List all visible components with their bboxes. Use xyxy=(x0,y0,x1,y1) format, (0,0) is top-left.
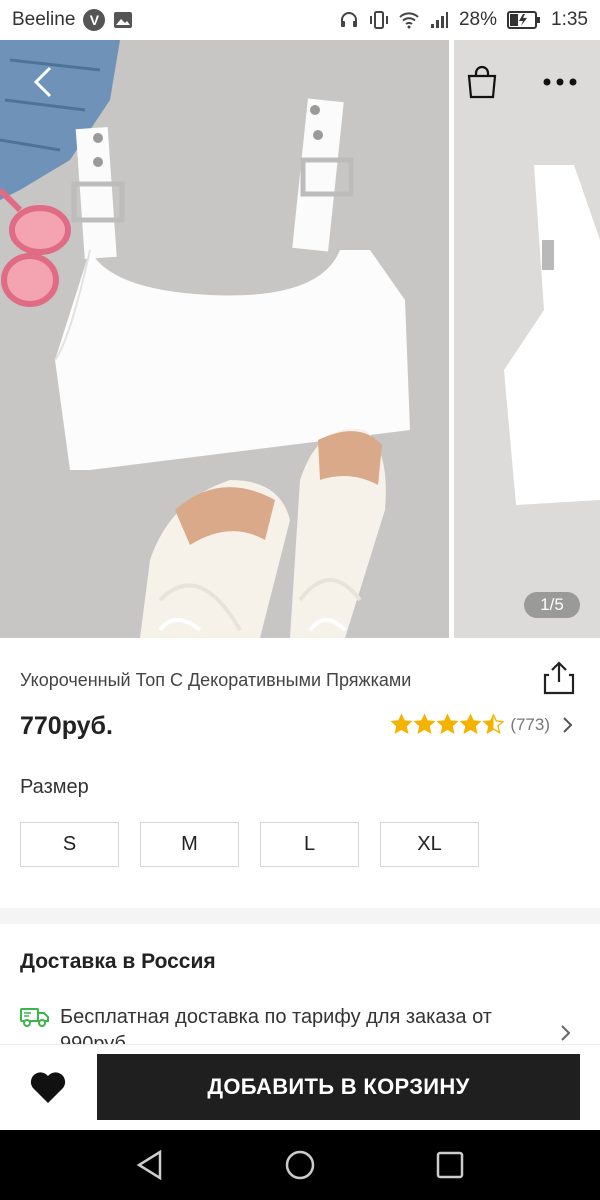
battery-charging-icon xyxy=(507,11,541,29)
signal-icon xyxy=(430,12,448,28)
product-title: Укороченный Топ С Декоративными Пряжками xyxy=(20,670,412,690)
star-icon xyxy=(437,714,459,734)
clock: 1:35 xyxy=(551,9,588,30)
carrier-name: Beeline xyxy=(12,9,76,30)
back-triangle-icon[interactable] xyxy=(133,1148,167,1182)
section-divider xyxy=(0,908,600,924)
rating-link[interactable]: (773) xyxy=(391,714,574,735)
share-button[interactable] xyxy=(542,660,576,696)
star-icon xyxy=(460,714,482,734)
product-photo-illustration xyxy=(0,40,449,638)
rating-count: (773) xyxy=(510,714,550,734)
more-options-button[interactable] xyxy=(538,62,582,102)
delivery-truck-icon xyxy=(20,1008,49,1027)
home-circle-icon[interactable] xyxy=(283,1148,317,1182)
product-photo-main[interactable] xyxy=(0,40,449,638)
headphones-icon xyxy=(340,12,357,27)
back-arrow-icon xyxy=(33,66,52,98)
back-button[interactable] xyxy=(22,62,62,102)
gallery-counter: 1/5 xyxy=(524,592,580,618)
status-bar: Beeline V 28% 1:35 xyxy=(0,0,600,40)
delivery-title: Доставка в Россия xyxy=(20,950,216,973)
wifi-icon xyxy=(399,12,419,29)
chevron-right-icon xyxy=(563,716,573,733)
product-info: Укороченный Топ С Декоративными Пряжками… xyxy=(0,638,600,908)
size-option-xl[interactable]: XL xyxy=(380,822,479,867)
size-label: Размер xyxy=(20,776,89,798)
bottom-action-bar: ДОБАВИТЬ В КОРЗИНУ xyxy=(0,1044,600,1130)
wishlist-button[interactable] xyxy=(28,1069,68,1105)
chevron-right-icon xyxy=(561,1025,571,1041)
battery-percent: 28% xyxy=(458,9,498,30)
system-navigation-bar xyxy=(0,1130,600,1200)
image-icon xyxy=(114,12,133,28)
size-options: S M L XL xyxy=(20,822,479,867)
delivery-text: Бесплатная доставка по тарифу для заказа… xyxy=(60,1006,492,1044)
add-to-cart-button[interactable]: ДОБАВИТЬ В КОРЗИНУ xyxy=(97,1054,580,1120)
more-dots-icon xyxy=(543,78,577,86)
product-photo-next-illustration xyxy=(454,40,600,638)
cart-button[interactable] xyxy=(462,62,502,102)
product-gallery[interactable]: 1/5 xyxy=(0,40,600,638)
delivery-section[interactable]: Доставка в Россия Бесплатная доставка по… xyxy=(0,924,600,1044)
star-icon xyxy=(483,714,505,734)
heart-icon xyxy=(30,1072,66,1103)
product-photo-next[interactable] xyxy=(454,40,600,638)
recent-apps-square-icon[interactable] xyxy=(433,1148,467,1182)
size-option-m[interactable]: M xyxy=(140,822,239,867)
size-option-s[interactable]: S xyxy=(20,822,119,867)
product-price: 770руб. xyxy=(20,712,113,740)
size-option-l[interactable]: L xyxy=(260,822,359,867)
rating-stars xyxy=(391,714,505,735)
share-icon xyxy=(543,661,575,695)
star-icon xyxy=(414,714,436,734)
vibrate-icon xyxy=(369,11,388,29)
shopping-bag-icon xyxy=(467,65,497,99)
star-icon xyxy=(391,714,413,734)
carrier-badge: V xyxy=(83,9,106,31)
